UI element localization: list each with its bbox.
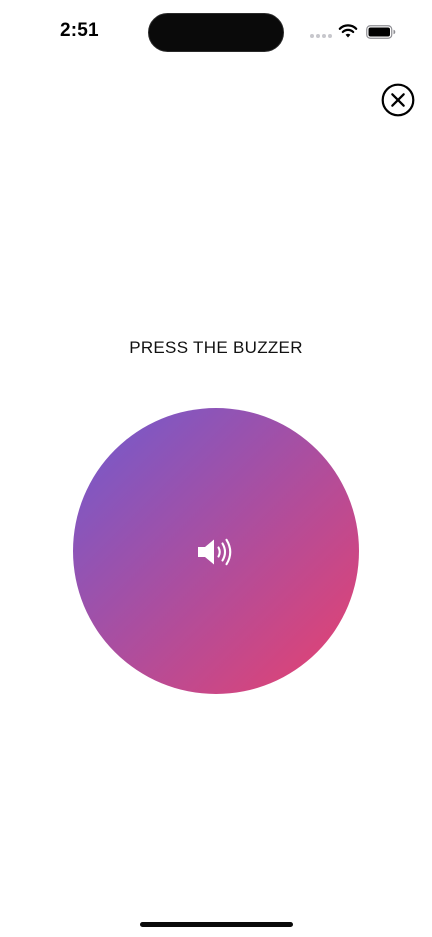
battery-icon (366, 25, 396, 39)
dynamic-island (148, 13, 284, 52)
home-indicator (140, 922, 293, 927)
close-circle-icon (381, 83, 415, 117)
wifi-icon (338, 24, 358, 38)
signal-icon (310, 34, 332, 38)
buzzer-prompt: PRESS THE BUZZER (129, 338, 303, 357)
buzzer-button[interactable] (73, 408, 359, 694)
speaker-icon (198, 538, 232, 566)
status-bar: 2:51 (0, 0, 432, 64)
status-time: 2:51 (60, 20, 99, 41)
close-button[interactable] (381, 83, 415, 117)
